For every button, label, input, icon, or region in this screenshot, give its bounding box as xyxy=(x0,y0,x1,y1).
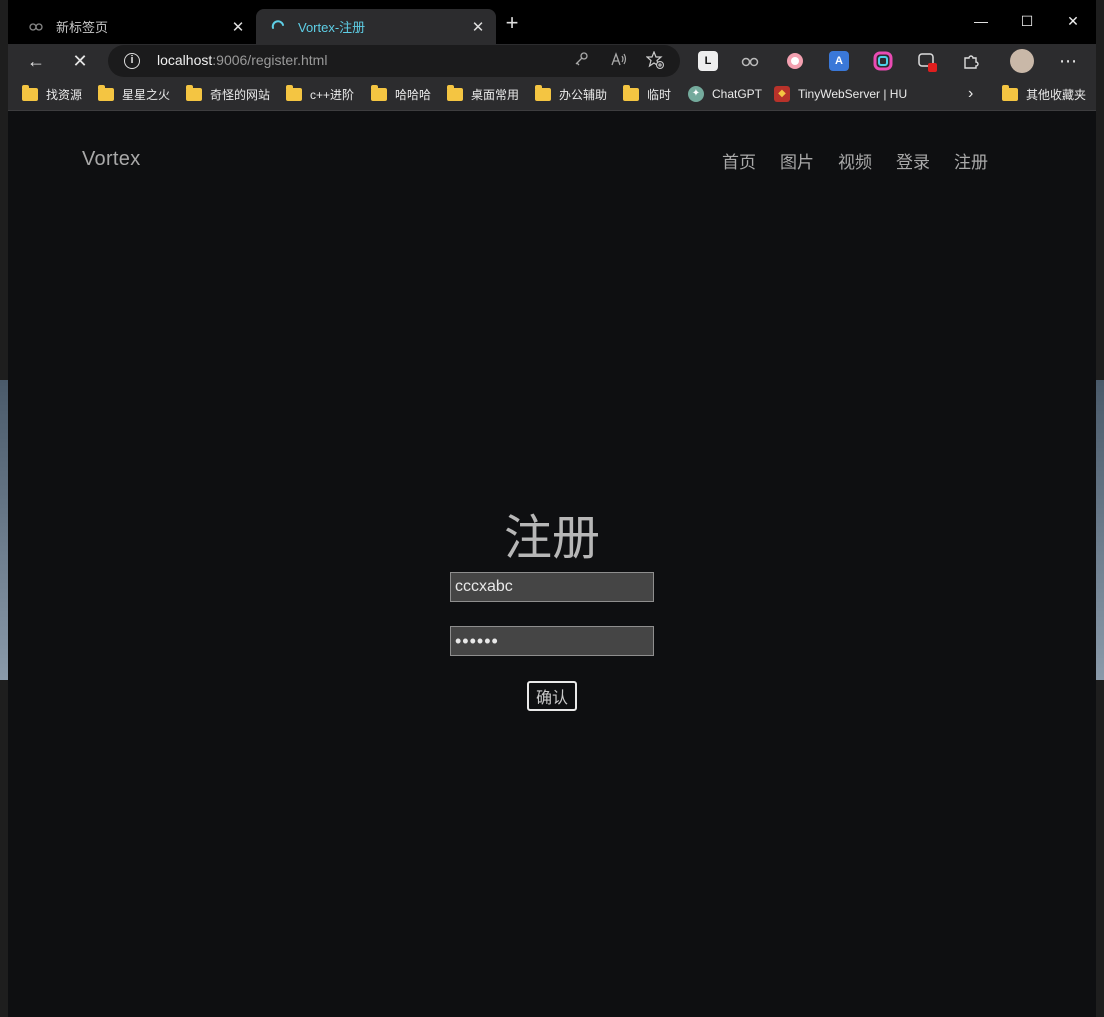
bookmark-folder[interactable]: 哈哈哈 xyxy=(371,84,431,103)
profile-avatar[interactable] xyxy=(1010,49,1034,73)
add-favorite-icon[interactable] xyxy=(644,50,666,71)
extension-circle-icon[interactable] xyxy=(785,51,805,71)
tab-new-tab[interactable]: 新标签页 ✕ xyxy=(14,9,256,44)
folder-icon xyxy=(22,84,38,101)
bookmarks-overflow-chevron-icon[interactable]: › xyxy=(968,85,973,103)
address-bar[interactable]: i localhost:9006/register.html xyxy=(108,45,680,77)
new-tab-button[interactable]: + xyxy=(500,12,524,36)
nav-videos[interactable]: 视频 xyxy=(838,148,872,173)
new-tab-icon xyxy=(28,19,44,35)
bookmark-folder[interactable]: 奇怪的网站 xyxy=(186,84,270,103)
folder-icon xyxy=(186,84,202,101)
ironman-icon: ◆ xyxy=(774,86,790,102)
confirm-button[interactable]: 确认 xyxy=(527,681,577,711)
register-title: 注册 xyxy=(503,512,600,565)
folder-icon xyxy=(286,84,302,101)
brand-logo[interactable]: Vortex xyxy=(82,148,141,171)
browser-toolbar: ← ✕ i localhost:9006/register.html L A ⋯ xyxy=(8,44,1096,78)
desktop-background-left xyxy=(0,0,8,1017)
back-button[interactable]: ← xyxy=(22,48,50,74)
minimize-button[interactable]: — xyxy=(958,8,1004,34)
folder-icon xyxy=(447,84,463,101)
tab-close-icon[interactable]: ✕ xyxy=(230,18,246,36)
bookmark-folder[interactable]: 找资源 xyxy=(22,84,82,103)
bookmark-folder[interactable]: c++进阶 xyxy=(286,84,354,103)
url-text[interactable]: localhost:9006/register.html xyxy=(157,52,327,68)
translate-icon[interactable]: A xyxy=(829,51,849,71)
bookmark-chatgpt[interactable]: ✦ ChatGPT xyxy=(688,85,762,103)
bookmark-folder[interactable]: 临时 xyxy=(623,84,671,103)
loading-spinner-icon xyxy=(270,19,286,35)
folder-icon xyxy=(623,84,639,101)
other-bookmarks-folder[interactable]: 其他收藏夹 xyxy=(1002,84,1086,103)
folder-icon xyxy=(1002,84,1018,101)
folder-icon xyxy=(98,84,114,101)
extension-game-icon[interactable] xyxy=(917,51,937,72)
chatgpt-icon: ✦ xyxy=(688,86,704,102)
desktop-background-right xyxy=(1096,0,1104,1017)
nav-register[interactable]: 注册 xyxy=(954,148,988,173)
stop-loading-button[interactable]: ✕ xyxy=(66,48,94,74)
bookmarks-bar: 找资源 星星之火 奇怪的网站 c++进阶 哈哈哈 桌面常用 办公辅助 临时 ✦ C… xyxy=(8,78,1096,111)
key-icon[interactable] xyxy=(570,51,592,71)
page-content: Vortex 首页 图片 视频 登录 注册 注册 确认 xyxy=(8,112,1096,1017)
extensions-puzzle-icon[interactable] xyxy=(961,51,981,71)
more-menu-button[interactable]: ⋯ xyxy=(1054,48,1082,74)
nav-images[interactable]: 图片 xyxy=(780,148,814,173)
extension-color-ring-icon[interactable] xyxy=(873,51,893,71)
folder-icon xyxy=(371,84,387,101)
bookmark-folder[interactable]: 星星之火 xyxy=(98,84,170,103)
username-input[interactable] xyxy=(450,572,654,602)
bookmark-tinywebserver[interactable]: ◆ TinyWebServer | HU xyxy=(774,85,907,103)
read-aloud-icon[interactable] xyxy=(608,51,630,71)
tab-title: 新标签页 xyxy=(56,20,109,35)
tab-strip: 新标签页 ✕ Vortex-注册 ✕ + — ☐ ✕ xyxy=(8,0,1096,44)
tab-title: Vortex-注册 xyxy=(298,20,366,35)
extension-l-icon[interactable]: L xyxy=(698,51,718,71)
tab-vortex-register[interactable]: Vortex-注册 ✕ xyxy=(256,9,496,44)
info-icon[interactable]: i xyxy=(124,53,140,69)
close-window-button[interactable]: ✕ xyxy=(1050,8,1096,34)
main-nav: 首页 图片 视频 登录 注册 xyxy=(722,148,1012,173)
bookmark-folder[interactable]: 桌面常用 xyxy=(447,84,519,103)
maximize-button[interactable]: ☐ xyxy=(1004,8,1050,34)
extension-glasses-icon[interactable] xyxy=(740,51,760,71)
nav-login[interactable]: 登录 xyxy=(896,148,930,173)
tab-close-icon[interactable]: ✕ xyxy=(470,18,486,36)
password-input[interactable] xyxy=(450,626,654,656)
folder-icon xyxy=(535,84,551,101)
nav-home[interactable]: 首页 xyxy=(722,148,756,173)
bookmark-folder[interactable]: 办公辅助 xyxy=(535,84,607,103)
browser-window: 新标签页 ✕ Vortex-注册 ✕ + — ☐ ✕ ← ✕ i localho… xyxy=(8,0,1096,1017)
